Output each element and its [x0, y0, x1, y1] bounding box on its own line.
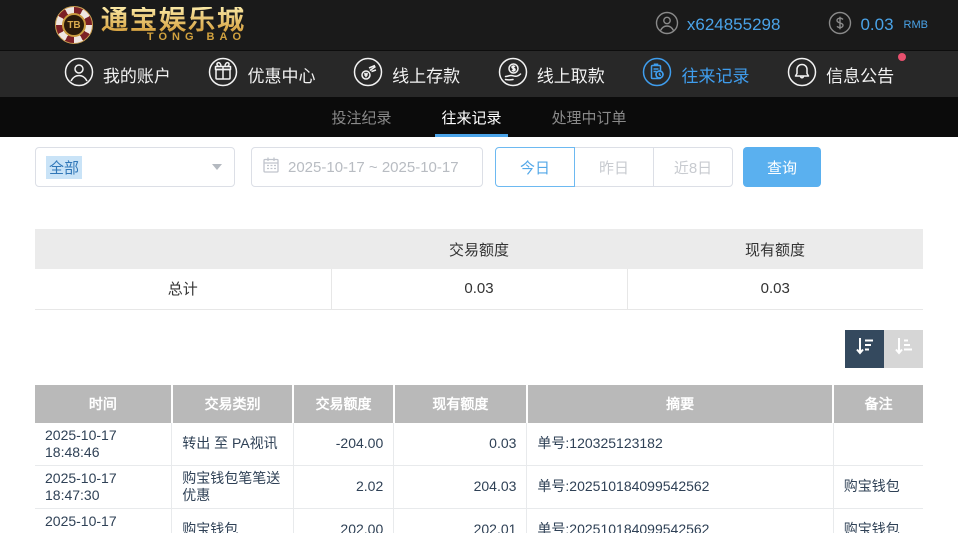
header-time: 时间: [35, 385, 172, 423]
chevron-down-icon: [212, 164, 222, 170]
quick-date-group: 今日 昨日 近8日: [495, 147, 733, 187]
balance-currency: RMB: [904, 19, 928, 31]
username: x624855298: [687, 15, 781, 35]
yesterday-button[interactable]: 昨日: [574, 147, 654, 187]
cell-summary: 单号:202510184099542562: [527, 508, 833, 533]
filter-bar: 全部 2025-10-17 ~ 2025-10-17 今日 昨日 近8日 查询: [35, 147, 923, 187]
date-range-value: 2025-10-17 ~ 2025-10-17: [288, 159, 459, 176]
header-remark: 备注: [833, 385, 923, 423]
sort-descending-icon: [854, 335, 876, 362]
tab-processing-orders[interactable]: 处理中订单: [546, 97, 633, 137]
top-bar: TB 通宝娱乐城 TONG BAO x624855298 0.0: [0, 0, 958, 50]
cell-balance: 202.01: [394, 508, 527, 533]
summary-transaction-amount: 0.03: [331, 269, 627, 309]
sort-bar: [35, 330, 923, 368]
site-title: 通宝娱乐城: [101, 7, 246, 34]
search-button[interactable]: 查询: [743, 147, 821, 187]
cell-time: 2025-10-17 18:47:30: [35, 508, 172, 533]
cell-remark: [833, 423, 923, 466]
gift-icon: [208, 57, 238, 92]
cell-amount: -204.00: [293, 423, 393, 466]
cell-time: 2025-10-17 18:47:30: [35, 465, 172, 508]
cell-type: 购宝钱包笔笔送优惠: [172, 465, 294, 508]
transactions-table: 时间 交易类别 交易额度 现有额度 摘要 备注 2025-10-17 18:48…: [35, 385, 923, 533]
nav-item-deposit[interactable]: 线上存款: [353, 57, 460, 92]
nav-item-announcements[interactable]: 信息公告: [787, 57, 894, 92]
nav-label: 我的账户: [103, 62, 171, 87]
poker-chip-icon: TB: [55, 6, 93, 44]
date-range-input[interactable]: 2025-10-17 ~ 2025-10-17: [251, 147, 483, 187]
sub-nav: 投注纪录 往来记录 处理中订单: [0, 97, 958, 137]
nav-label: 线上存款: [392, 62, 460, 87]
summary-table: 交易额度 现有额度 总计 0.03 0.03: [35, 229, 923, 310]
nav-item-withdraw[interactable]: 线上取款: [498, 57, 605, 92]
cell-remark: 购宝钱包: [833, 508, 923, 533]
summary-current-balance: 0.03: [627, 269, 923, 309]
summary-header-row: 交易额度 现有额度: [35, 229, 923, 269]
summary-total-label: 总计: [35, 269, 331, 309]
sort-descending-button[interactable]: [845, 330, 884, 368]
nav-label: 线上取款: [537, 62, 605, 87]
sort-ascending-button[interactable]: [884, 330, 923, 368]
today-button[interactable]: 今日: [495, 147, 575, 187]
cell-summary: 单号:202510184099542562: [527, 465, 833, 508]
main-nav: 我的账户 优惠中心 线上存款: [0, 50, 958, 97]
header-summary: 摘要: [527, 385, 833, 423]
bell-icon: [787, 57, 817, 92]
last-8-days-button[interactable]: 近8日: [653, 147, 733, 187]
tab-transaction-records[interactable]: 往来记录: [435, 97, 507, 137]
user-icon: [64, 57, 94, 92]
summary-total-row: 总计 0.03 0.03: [35, 269, 923, 309]
nav-item-my-account[interactable]: 我的账户: [64, 57, 171, 92]
balance-info[interactable]: 0.03 RMB: [828, 11, 928, 40]
table-row: 2025-10-17 18:48:46 转出 至 PA视讯 -204.00 0.…: [35, 423, 923, 466]
calendar-icon: [262, 156, 280, 178]
summary-header-current-balance: 现有额度: [627, 229, 923, 269]
site-logo[interactable]: TB 通宝娱乐城 TONG BAO: [55, 6, 246, 44]
deposit-icon: [353, 57, 383, 92]
withdraw-icon: [498, 57, 528, 92]
cell-summary: 单号:120325123182: [527, 423, 833, 466]
user-icon: [655, 11, 679, 40]
category-selected-value: 全部: [46, 156, 82, 179]
header-transaction-amount: 交易额度: [293, 385, 393, 423]
account-info[interactable]: x624855298: [655, 11, 781, 40]
category-select[interactable]: 全部: [35, 147, 235, 187]
nav-item-records[interactable]: 往来记录: [642, 57, 749, 92]
balance-amount: 0.03: [860, 15, 893, 35]
cell-type: 转出 至 PA视讯: [172, 423, 294, 466]
site-subtitle: TONG BAO: [147, 32, 246, 43]
nav-label: 信息公告: [826, 62, 894, 87]
summary-header-empty: [35, 229, 331, 269]
records-icon: [642, 57, 672, 92]
cell-type: 购宝钱包: [172, 508, 294, 533]
table-row: 2025-10-17 18:47:30 购宝钱包笔笔送优惠 2.02 204.0…: [35, 465, 923, 508]
summary-header-transaction-amount: 交易额度: [331, 229, 627, 269]
nav-label: 往来记录: [681, 62, 749, 87]
cell-remark: 购宝钱包: [833, 465, 923, 508]
cell-balance: 0.03: [394, 423, 527, 466]
header-current-balance: 现有额度: [394, 385, 527, 423]
dollar-icon: [828, 11, 852, 40]
nav-label: 优惠中心: [247, 62, 315, 87]
table-row: 2025-10-17 18:47:30 购宝钱包 202.00 202.01 单…: [35, 508, 923, 533]
cell-amount: 202.00: [293, 508, 393, 533]
cell-time: 2025-10-17 18:48:46: [35, 423, 172, 466]
sort-ascending-icon: [893, 335, 915, 362]
chip-tb-label: TB: [62, 13, 86, 37]
header-transaction-type: 交易类别: [172, 385, 294, 423]
main-content: 全部 2025-10-17 ~ 2025-10-17 今日 昨日 近8日 查询 …: [0, 137, 958, 533]
nav-item-promotions[interactable]: 优惠中心: [208, 57, 315, 92]
cell-balance: 204.03: [394, 465, 527, 508]
cell-amount: 2.02: [293, 465, 393, 508]
tab-betting-records[interactable]: 投注纪录: [325, 97, 397, 137]
notification-dot: [898, 53, 906, 61]
table-header-row: 时间 交易类别 交易额度 现有额度 摘要 备注: [35, 385, 923, 423]
